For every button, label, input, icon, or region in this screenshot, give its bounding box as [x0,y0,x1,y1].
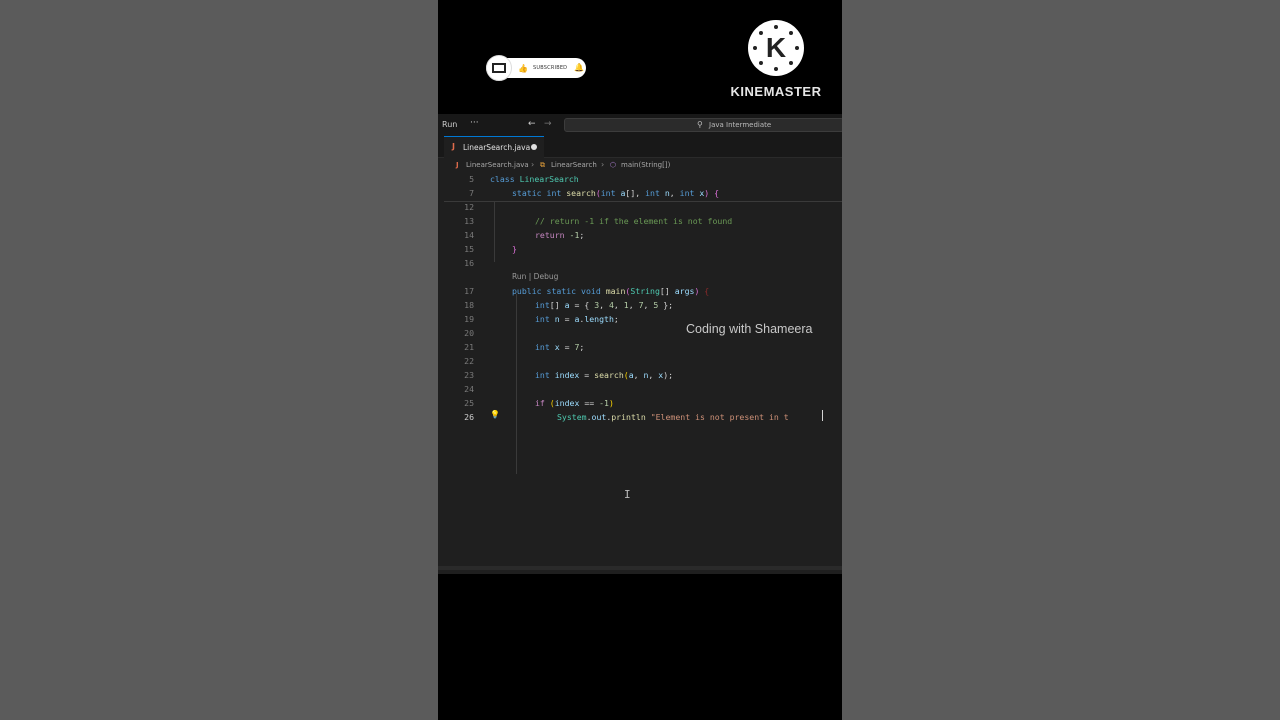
lightbulb-icon[interactable]: 💡 [490,410,500,419]
run-debug-codelens[interactable]: Run | Debug [512,272,558,281]
code-line: 22 [464,356,474,366]
code-line: 5 class LinearSearch [469,174,579,184]
code-line: 24 [464,384,474,394]
bell-icon: 🔔 [574,63,584,72]
kinemaster-wordmark: KINEMASTER [730,84,822,99]
chevron-right-icon: › [601,160,605,169]
breadcrumb-file[interactable]: LinearSearch.java [466,161,529,169]
code-line: 16 [464,258,474,268]
back-arrow-icon[interactable]: ← [528,119,536,129]
left-letterbox [0,0,438,720]
code-line: 13 // return -1 if the element is not fo… [464,216,733,226]
thumbs-up-icon: 👍 [518,64,528,73]
title-bar: Run ··· ← → ⚲ Java Intermediate [438,114,842,136]
more-menu-icon[interactable]: ··· [470,118,479,128]
code-area[interactable]: 5 class LinearSearch 7 static int search… [438,174,842,474]
unsaved-dot-icon[interactable] [531,144,537,150]
code-line: 7 static int search(int a[], int n, int … [469,188,720,198]
horizontal-scrollbar[interactable] [438,566,842,570]
java-file-icon: J [456,161,459,169]
subscribed-label: SUBSCRIBED [533,65,568,71]
method-icon: ⬡ [610,161,617,169]
breadcrumb-class[interactable]: LinearSearch [551,161,597,169]
tab-bar: J LinearSearch.java [438,136,842,158]
command-center-search[interactable]: ⚲ Java Intermediate [564,118,842,132]
class-icon: ⧉ [540,161,545,169]
code-line: 17 public static void main(String[] args… [464,286,710,296]
breadcrumb: J LinearSearch.java › ⧉ LinearSearch › ⬡… [438,158,842,174]
text-cursor [822,410,823,421]
code-line: 18 int[] a = { 3, 4, 1, 7, 5 }; [464,300,674,310]
breadcrumb-method[interactable]: main(String[]) [621,161,670,169]
tab-label: LinearSearch.java [463,143,531,152]
code-line: 23 int index = search(a, n, x); [464,370,674,380]
code-line: 12 [464,202,474,212]
channel-watermark: Coding with Shameera [686,322,813,336]
channel-logo-icon [486,55,512,81]
forward-arrow-icon[interactable]: → [544,119,552,129]
code-line: 14 return -1; [464,230,585,240]
search-text: Java Intermediate [709,121,772,129]
tab-linearsearch-java[interactable]: J LinearSearch.java [444,136,544,158]
search-icon: ⚲ [697,120,703,129]
code-line: 21 int x = 7; [464,342,585,352]
ibeam-cursor-icon: I [624,488,631,501]
chevron-right-icon: › [531,160,535,169]
java-file-icon: J [452,142,455,151]
right-letterbox [842,0,1280,720]
run-menu[interactable]: Run [442,120,457,129]
code-line: 15 } [464,244,517,254]
code-editor: Run ··· ← → ⚲ Java Intermediate J Linear… [438,114,842,574]
video-frame: 👍 SUBSCRIBED 🔔 K KINEMASTER Run ··· ← → … [438,0,842,720]
kinemaster-logo-icon: K [748,20,804,76]
